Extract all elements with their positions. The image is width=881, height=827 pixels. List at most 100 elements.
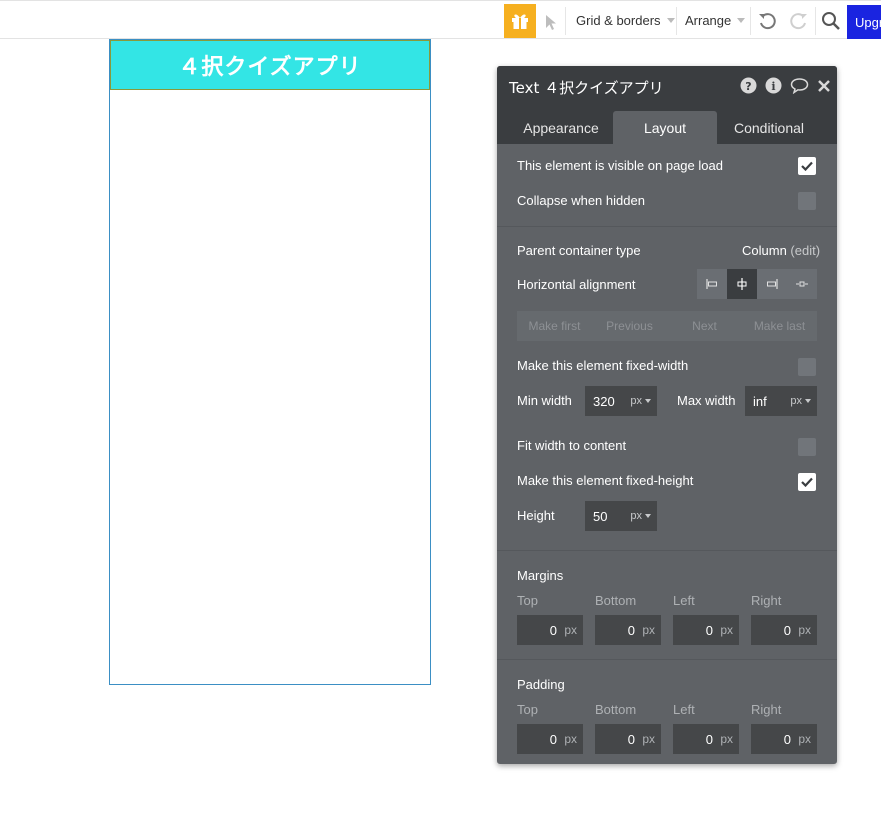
min-width-label: Min width [517,393,572,408]
chevron-down-icon [666,18,675,23]
editor-header[interactable]: Text ４択クイズアプリ ? i [497,66,837,106]
margin-bottom-unit: px [642,623,655,637]
horizontal-alignment-group [697,269,817,299]
margin-top-label: Top [517,593,538,608]
chevron-down-icon [805,399,811,403]
upgrade-button[interactable]: Upgr [847,5,881,39]
comment-icon[interactable] [790,77,809,94]
previous-button[interactable]: Previous [592,311,667,341]
editor-tabs: Appearance Layout Conditional [497,106,837,144]
checkmark-icon [801,161,813,171]
min-width-input[interactable]: 320 px [585,386,657,416]
padding-left-input[interactable]: 0 px [673,724,739,754]
padding-left-value: 0 [705,732,713,747]
padding-top-input[interactable]: 0 px [517,724,583,754]
padding-right-label: Right [751,702,782,717]
margin-bottom-value: 0 [627,623,635,638]
fit-width-checkbox[interactable] [798,438,816,456]
padding-bottom-input[interactable]: 0 px [595,724,661,754]
search-button[interactable] [820,10,842,32]
canvas-page[interactable]: ４択クイズアプリ [109,39,431,685]
margin-right-input[interactable]: 0 px [751,615,817,645]
toolbar-divider [815,7,816,35]
align-stretch-icon [796,281,808,287]
margin-left-input[interactable]: 0 px [673,615,739,645]
tab-layout[interactable]: Layout [613,111,717,144]
top-toolbar: Grid & borders Arrange Upgr [0,0,881,39]
height-unit-dropdown[interactable]: px [630,510,651,522]
parent-container-edit-link[interactable]: (edit) [790,243,820,258]
chevron-down-icon [645,399,651,403]
align-left-button[interactable] [697,269,727,299]
margin-left-unit: px [720,623,733,637]
margin-bottom-label: Bottom [595,593,637,608]
max-width-unit-dropdown[interactable]: px [790,395,811,407]
redo-button[interactable] [788,10,810,32]
fixed-height-label: Make this element fixed-height [517,473,694,488]
make-last-button[interactable]: Make last [742,311,817,341]
align-center-button[interactable] [727,269,757,299]
padding-bottom-label: Bottom [595,702,637,717]
min-width-value: 320 [593,393,615,409]
padding-top-unit: px [564,732,577,746]
tab-conditional[interactable]: Conditional [717,111,821,144]
margins-label: Margins [517,568,564,583]
toolbar-divider [565,7,566,35]
grid-borders-menu[interactable]: Grid & borders [576,13,675,28]
padding-top-value: 0 [549,732,557,747]
help-icon[interactable]: ? [740,77,757,94]
min-width-unit-dropdown[interactable]: px [630,395,651,407]
header-text-element[interactable]: ４択クイズアプリ [110,40,430,90]
align-right-button[interactable] [757,269,787,299]
undo-icon [759,13,776,30]
parent-container-type: Column [742,243,787,258]
visible-on-load-checkbox[interactable] [798,157,816,175]
section-divider [497,550,837,551]
padding-left-label: Left [673,702,695,717]
chevron-down-icon [645,514,651,518]
collapse-when-hidden-label: Collapse when hidden [517,193,645,208]
search-icon [822,12,840,30]
max-width-unit: px [790,395,802,407]
margin-right-unit: px [798,623,811,637]
padding-right-unit: px [798,732,811,746]
align-left-icon [706,279,717,289]
padding-bottom-value: 0 [627,732,635,747]
min-width-unit: px [630,395,642,407]
tab-appearance[interactable]: Appearance [509,111,613,144]
undo-button[interactable] [756,10,778,32]
info-icon[interactable]: i [765,77,782,94]
margin-right-label: Right [751,593,782,608]
align-center-icon [737,278,747,290]
select-cursor-button[interactable] [540,11,562,33]
arrange-menu[interactable]: Arrange [685,13,746,28]
close-icon[interactable] [817,79,831,93]
grid-borders-label: Grid & borders [576,13,661,28]
height-input[interactable]: 50 px [585,501,657,531]
toolbar-divider [676,7,677,35]
padding-left-unit: px [720,732,733,746]
collapse-when-hidden-checkbox[interactable] [798,192,816,210]
horizontal-alignment-label: Horizontal alignment [517,277,636,292]
max-width-value: inf [753,393,767,409]
align-stretch-button[interactable] [787,269,817,299]
margin-bottom-input[interactable]: 0 px [595,615,661,645]
checkmark-icon [801,477,813,487]
margin-left-value: 0 [705,623,713,638]
fixed-width-checkbox[interactable] [798,358,816,376]
section-divider [497,659,837,660]
padding-right-value: 0 [783,732,791,747]
fixed-height-checkbox[interactable] [798,473,816,491]
margin-top-input[interactable]: 0 px [517,615,583,645]
editor-title: Text ４択クイズアプリ [509,79,664,97]
next-button[interactable]: Next [667,311,742,341]
max-width-input[interactable]: inf px [745,386,817,416]
gift-button[interactable] [504,4,536,38]
padding-right-input[interactable]: 0 px [751,724,817,754]
redo-icon [790,13,807,30]
property-editor: Text ４択クイズアプリ ? i Appearance Layout Cond… [497,66,837,764]
parent-container-label: Parent container type [517,243,641,258]
parent-container-value: Column (edit) [742,243,820,258]
make-first-button[interactable]: Make first [517,311,592,341]
padding-top-label: Top [517,702,538,717]
